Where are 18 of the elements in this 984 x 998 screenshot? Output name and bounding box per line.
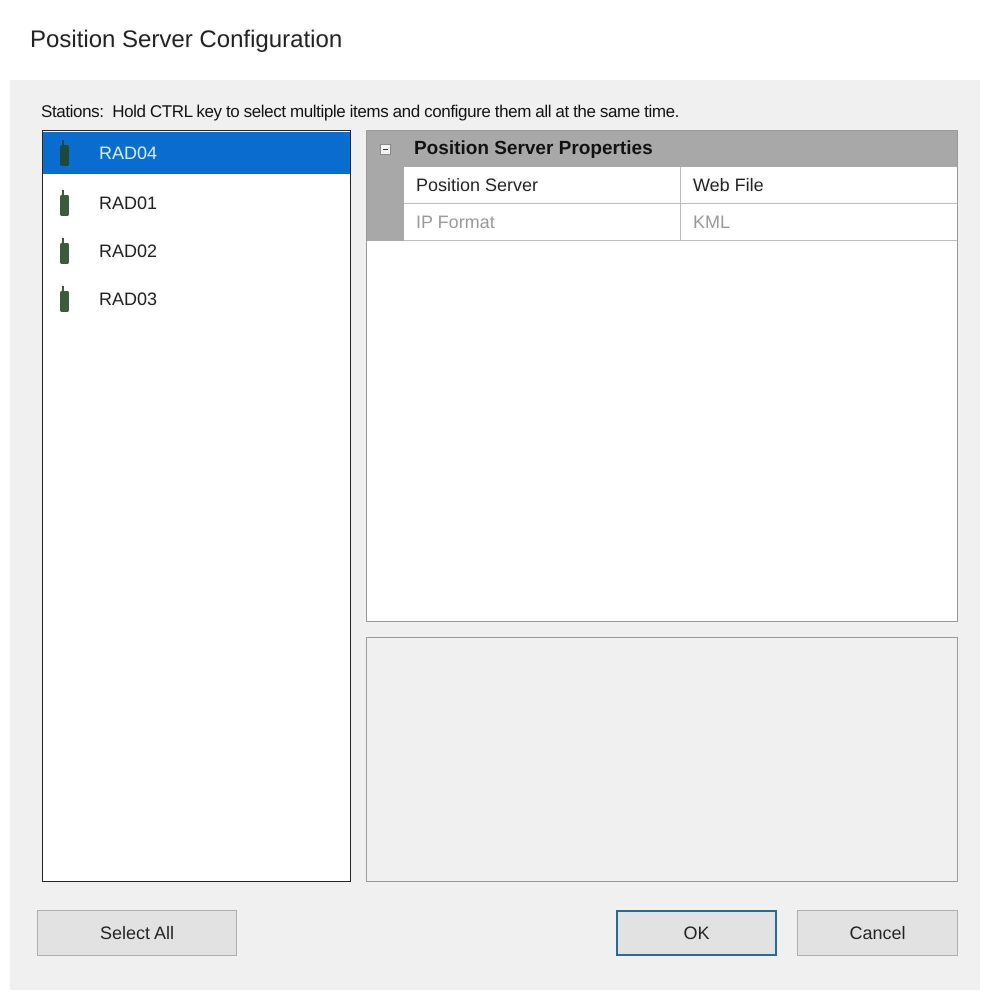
radio-handset-icon	[60, 286, 69, 312]
stations-hint: Stations: Hold CTRL key to select multiple items and configure them all at the same time.	[41, 102, 680, 122]
select-all-button[interactable]: Select All	[37, 910, 237, 956]
row-gutter	[367, 204, 404, 241]
station-item[interactable]: RAD02	[43, 227, 350, 275]
category-title: Position Server Properties	[414, 138, 653, 160]
dialog-button[interactable]: OK	[616, 910, 777, 956]
station-item[interactable]: RAD01	[43, 179, 350, 227]
radio-handset-icon	[60, 140, 69, 166]
dialog-button[interactable]: Cancel	[797, 910, 958, 956]
collapse-icon[interactable]	[380, 144, 391, 154]
property-value[interactable]: Web File	[681, 167, 957, 204]
radio-handset-icon	[60, 238, 69, 264]
property-name[interactable]: Position Server	[404, 167, 681, 204]
window-title: Position Server Configuration	[30, 26, 342, 54]
station-item[interactable]: RAD04	[43, 132, 350, 174]
radio-handset-icon	[60, 190, 69, 216]
station-item[interactable]: RAD03	[43, 275, 350, 323]
